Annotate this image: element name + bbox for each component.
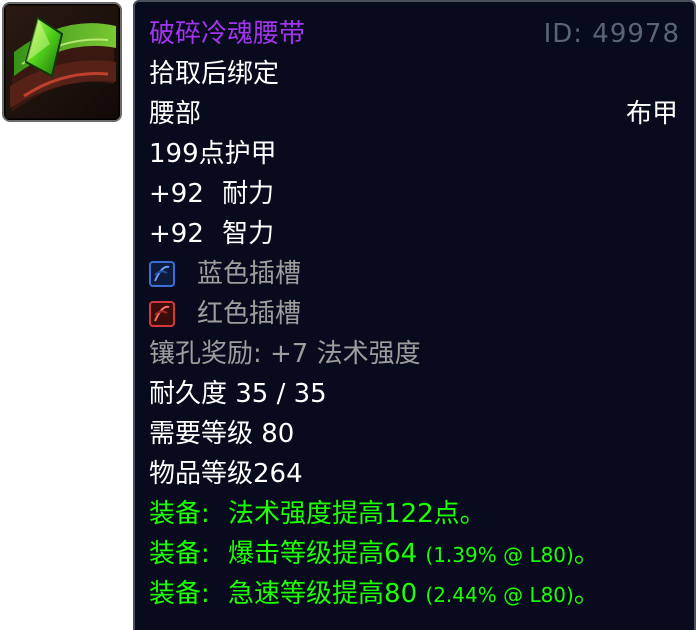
- socket-bonus: 镶孔奖励: +7 法术强度: [149, 339, 421, 369]
- socket-label: 红色插槽: [197, 299, 302, 329]
- required-level: 需要等级 80: [149, 419, 295, 449]
- socket-label: 蓝色插槽: [197, 259, 302, 289]
- equip-effect: 装备: 法术强度提高122点。: [149, 494, 680, 534]
- belt-icon[interactable]: [2, 2, 122, 122]
- belt-icon-art: [4, 4, 120, 120]
- equip-suffix: 。: [573, 579, 600, 609]
- armor-type: 布甲: [625, 99, 678, 129]
- stat-name: 耐力: [222, 179, 275, 209]
- item-tooltip-screen: 破碎冷魂腰带 ID: 49978 拾取后绑定 腰部 布甲 199点护甲 +92 …: [0, 0, 696, 630]
- binding-text: 拾取后绑定: [149, 59, 280, 89]
- blue-socket-icon: [149, 261, 175, 287]
- item-id: ID: 49978: [543, 19, 680, 49]
- item-level: 物品等级264: [149, 459, 303, 489]
- stat-name: 智力: [222, 219, 275, 249]
- equip-detail: (2.44% @ L80): [425, 583, 574, 607]
- slot-row: 腰部 布甲: [149, 94, 680, 134]
- armor-value: 199点护甲: [149, 139, 277, 169]
- stat-value: +92: [149, 179, 204, 209]
- equip-text: 法术强度提高122点。: [228, 499, 486, 529]
- stat-value: +92: [149, 219, 204, 249]
- socket-blue: 蓝色插槽: [149, 254, 680, 294]
- equip-detail: (1.39% @ L80): [425, 543, 574, 567]
- red-socket-icon: [149, 301, 175, 327]
- durability: 耐久度 35 / 35: [149, 379, 327, 409]
- equip-text: 爆击等级提高64: [228, 539, 418, 569]
- stat-intellect: +92 智力: [149, 214, 680, 254]
- item-slot: 腰部: [149, 99, 202, 129]
- equip-suffix: 。: [573, 539, 600, 569]
- stat-stamina: +92 耐力: [149, 174, 680, 214]
- item-name-row: 破碎冷魂腰带 ID: 49978: [149, 14, 680, 54]
- equip-effect: 装备: 急速等级提高80 (2.44% @ L80)。: [149, 574, 680, 614]
- equip-prefix: 装备:: [149, 499, 210, 529]
- equip-text: 急速等级提高80: [228, 579, 418, 609]
- equip-prefix: 装备:: [149, 579, 210, 609]
- item-tooltip: 破碎冷魂腰带 ID: 49978 拾取后绑定 腰部 布甲 199点护甲 +92 …: [133, 0, 696, 630]
- item-name: 破碎冷魂腰带: [149, 19, 306, 49]
- equip-prefix: 装备:: [149, 539, 210, 569]
- socket-red: 红色插槽: [149, 294, 680, 334]
- equip-effect: 装备: 爆击等级提高64 (1.39% @ L80)。: [149, 534, 680, 574]
